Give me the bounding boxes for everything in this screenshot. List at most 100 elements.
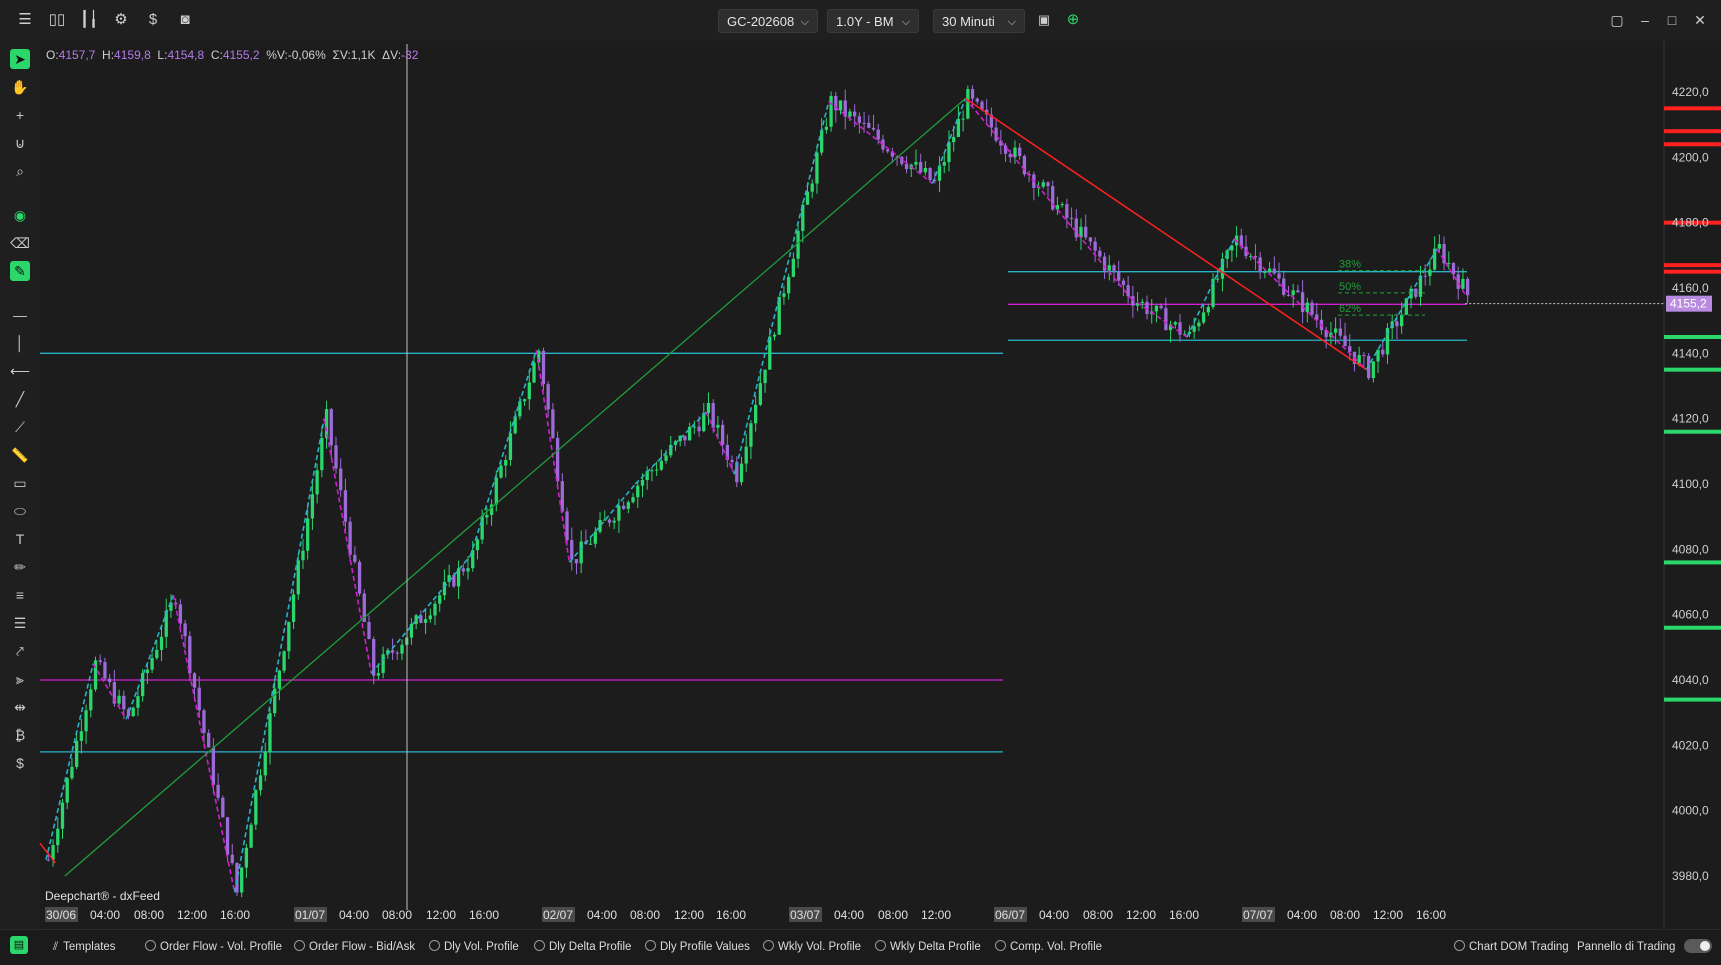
candle-body — [136, 696, 140, 708]
candle-body — [287, 621, 291, 652]
candle-body — [820, 129, 824, 153]
candle-body — [654, 469, 659, 471]
candle-body — [824, 126, 829, 130]
layout-toggle-icon[interactable]: ▤ — [10, 936, 28, 954]
time-axis-label: 04:00 — [1287, 908, 1317, 922]
dom-level-bar — [1664, 263, 1721, 268]
candle-body — [357, 561, 362, 594]
template-item[interactable]: Dly Vol. Profile — [429, 937, 519, 957]
candle-body — [1437, 244, 1442, 249]
candle-body — [1428, 269, 1432, 276]
candle-body — [1197, 322, 1201, 327]
time-axis-label: 04:00 — [1039, 908, 1069, 922]
candle-body — [452, 575, 456, 587]
candle-body — [1098, 250, 1102, 257]
candle-body — [607, 519, 612, 523]
delta-volume-value: -32 — [401, 48, 419, 62]
candle-body — [197, 687, 201, 711]
price-axis-label: 4020,0 — [1672, 738, 1709, 752]
candle-body — [1003, 145, 1008, 154]
candle-body — [532, 362, 536, 383]
candle-body — [390, 650, 395, 653]
candle-body — [541, 350, 546, 385]
time-axis-label: 04:00 — [90, 908, 120, 922]
candle-body — [1107, 265, 1111, 271]
date-axis-label: 06/07 — [995, 908, 1025, 922]
zigzag-segment[interactable] — [964, 98, 1132, 299]
candle-body — [1173, 322, 1177, 325]
candle-body — [117, 695, 121, 704]
zigzag-segment[interactable] — [323, 418, 373, 674]
candle-body — [1362, 355, 1366, 357]
time-axis-label: 08:00 — [1083, 908, 1113, 922]
fib-level-label: 62% — [1339, 303, 1361, 315]
candle-body — [810, 183, 814, 192]
template-item[interactable]: Comp. Vol. Profile — [995, 937, 1102, 957]
template-item[interactable]: Wkly Vol. Profile — [763, 937, 861, 957]
candle-body — [442, 581, 447, 596]
time-axis-label: 12:00 — [1126, 908, 1156, 922]
time-axis-label: 04:00 — [834, 908, 864, 922]
candle-body — [1018, 147, 1022, 156]
zigzag-segment[interactable] — [469, 349, 538, 557]
candle-body — [1371, 361, 1375, 379]
zigzag-segment[interactable] — [1130, 297, 1188, 338]
candle-body — [598, 520, 602, 532]
zigzag-segment[interactable] — [705, 411, 736, 475]
candle-body — [838, 100, 843, 111]
radio-icon — [763, 940, 774, 951]
candle-body — [1263, 271, 1267, 273]
candle-body — [249, 824, 253, 848]
dom-level-bar — [1664, 367, 1721, 372]
candle-body — [1201, 312, 1206, 323]
price-chart[interactable]: 4220,0 4200,0 4180,0 4160,0 4140,0 4120,0 4100… — [0, 0, 1721, 929]
zigzag-segment[interactable] — [370, 555, 471, 674]
template-item[interactable]: Dly Delta Profile — [534, 937, 631, 957]
candle-body — [1456, 274, 1460, 289]
date-axis-label: 30/06 — [46, 908, 76, 922]
candle-body — [923, 168, 928, 173]
chart-dom-trading-option[interactable]: Chart DOM Trading — [1454, 937, 1569, 957]
candle-body — [527, 382, 531, 400]
candle-body — [1423, 275, 1427, 277]
candle-body — [621, 505, 626, 509]
template-item[interactable]: Order Flow - Vol. Profile — [145, 937, 282, 957]
candle-body — [192, 673, 197, 688]
trading-panel-toggle[interactable] — [1684, 939, 1712, 953]
zigzag-segment[interactable] — [92, 663, 127, 720]
zigzag-segment[interactable] — [233, 418, 325, 893]
zigzag-segment[interactable] — [172, 594, 236, 893]
candle-body — [720, 424, 725, 445]
template-item[interactable]: Wkly Delta Profile — [875, 937, 981, 957]
templates-bar: ▤ ⫽ Templates Order Flow - Vol. Profile O… — [0, 929, 1721, 965]
candle-body — [687, 426, 692, 441]
zigzag-segment[interactable] — [535, 349, 571, 563]
sum-volume-label: ΣV: — [332, 48, 351, 62]
template-item[interactable]: Order Flow - Bid/Ask — [294, 937, 415, 957]
radio-icon — [995, 940, 1006, 951]
time-axis-label: 12:00 — [921, 908, 951, 922]
candle-body — [376, 673, 381, 676]
candle-body — [1333, 328, 1338, 333]
candle-body — [1065, 204, 1069, 218]
dom-level-bar — [1664, 429, 1721, 434]
templates-button[interactable]: ⫽ Templates — [53, 937, 116, 957]
zigzag-segment[interactable] — [733, 101, 830, 475]
candle-body — [291, 594, 296, 622]
candle-body — [994, 127, 998, 141]
zigzag-segment[interactable] — [45, 663, 94, 860]
template-label: Order Flow - Vol. Profile — [160, 941, 283, 953]
trendline-green[interactable] — [64, 98, 966, 877]
time-axis-label: 04:00 — [587, 908, 617, 922]
candle-body — [876, 129, 880, 140]
zigzag-segment[interactable] — [125, 594, 175, 720]
candle-body — [98, 660, 102, 663]
template-item[interactable]: Dly Profile Values — [645, 937, 750, 957]
candle-body — [546, 384, 550, 410]
candle-body — [617, 505, 621, 521]
candle-body — [636, 485, 640, 498]
candle-body — [570, 540, 574, 560]
candle-body — [494, 477, 498, 505]
zigzag-segment[interactable] — [568, 483, 637, 563]
candle-body — [150, 658, 154, 670]
